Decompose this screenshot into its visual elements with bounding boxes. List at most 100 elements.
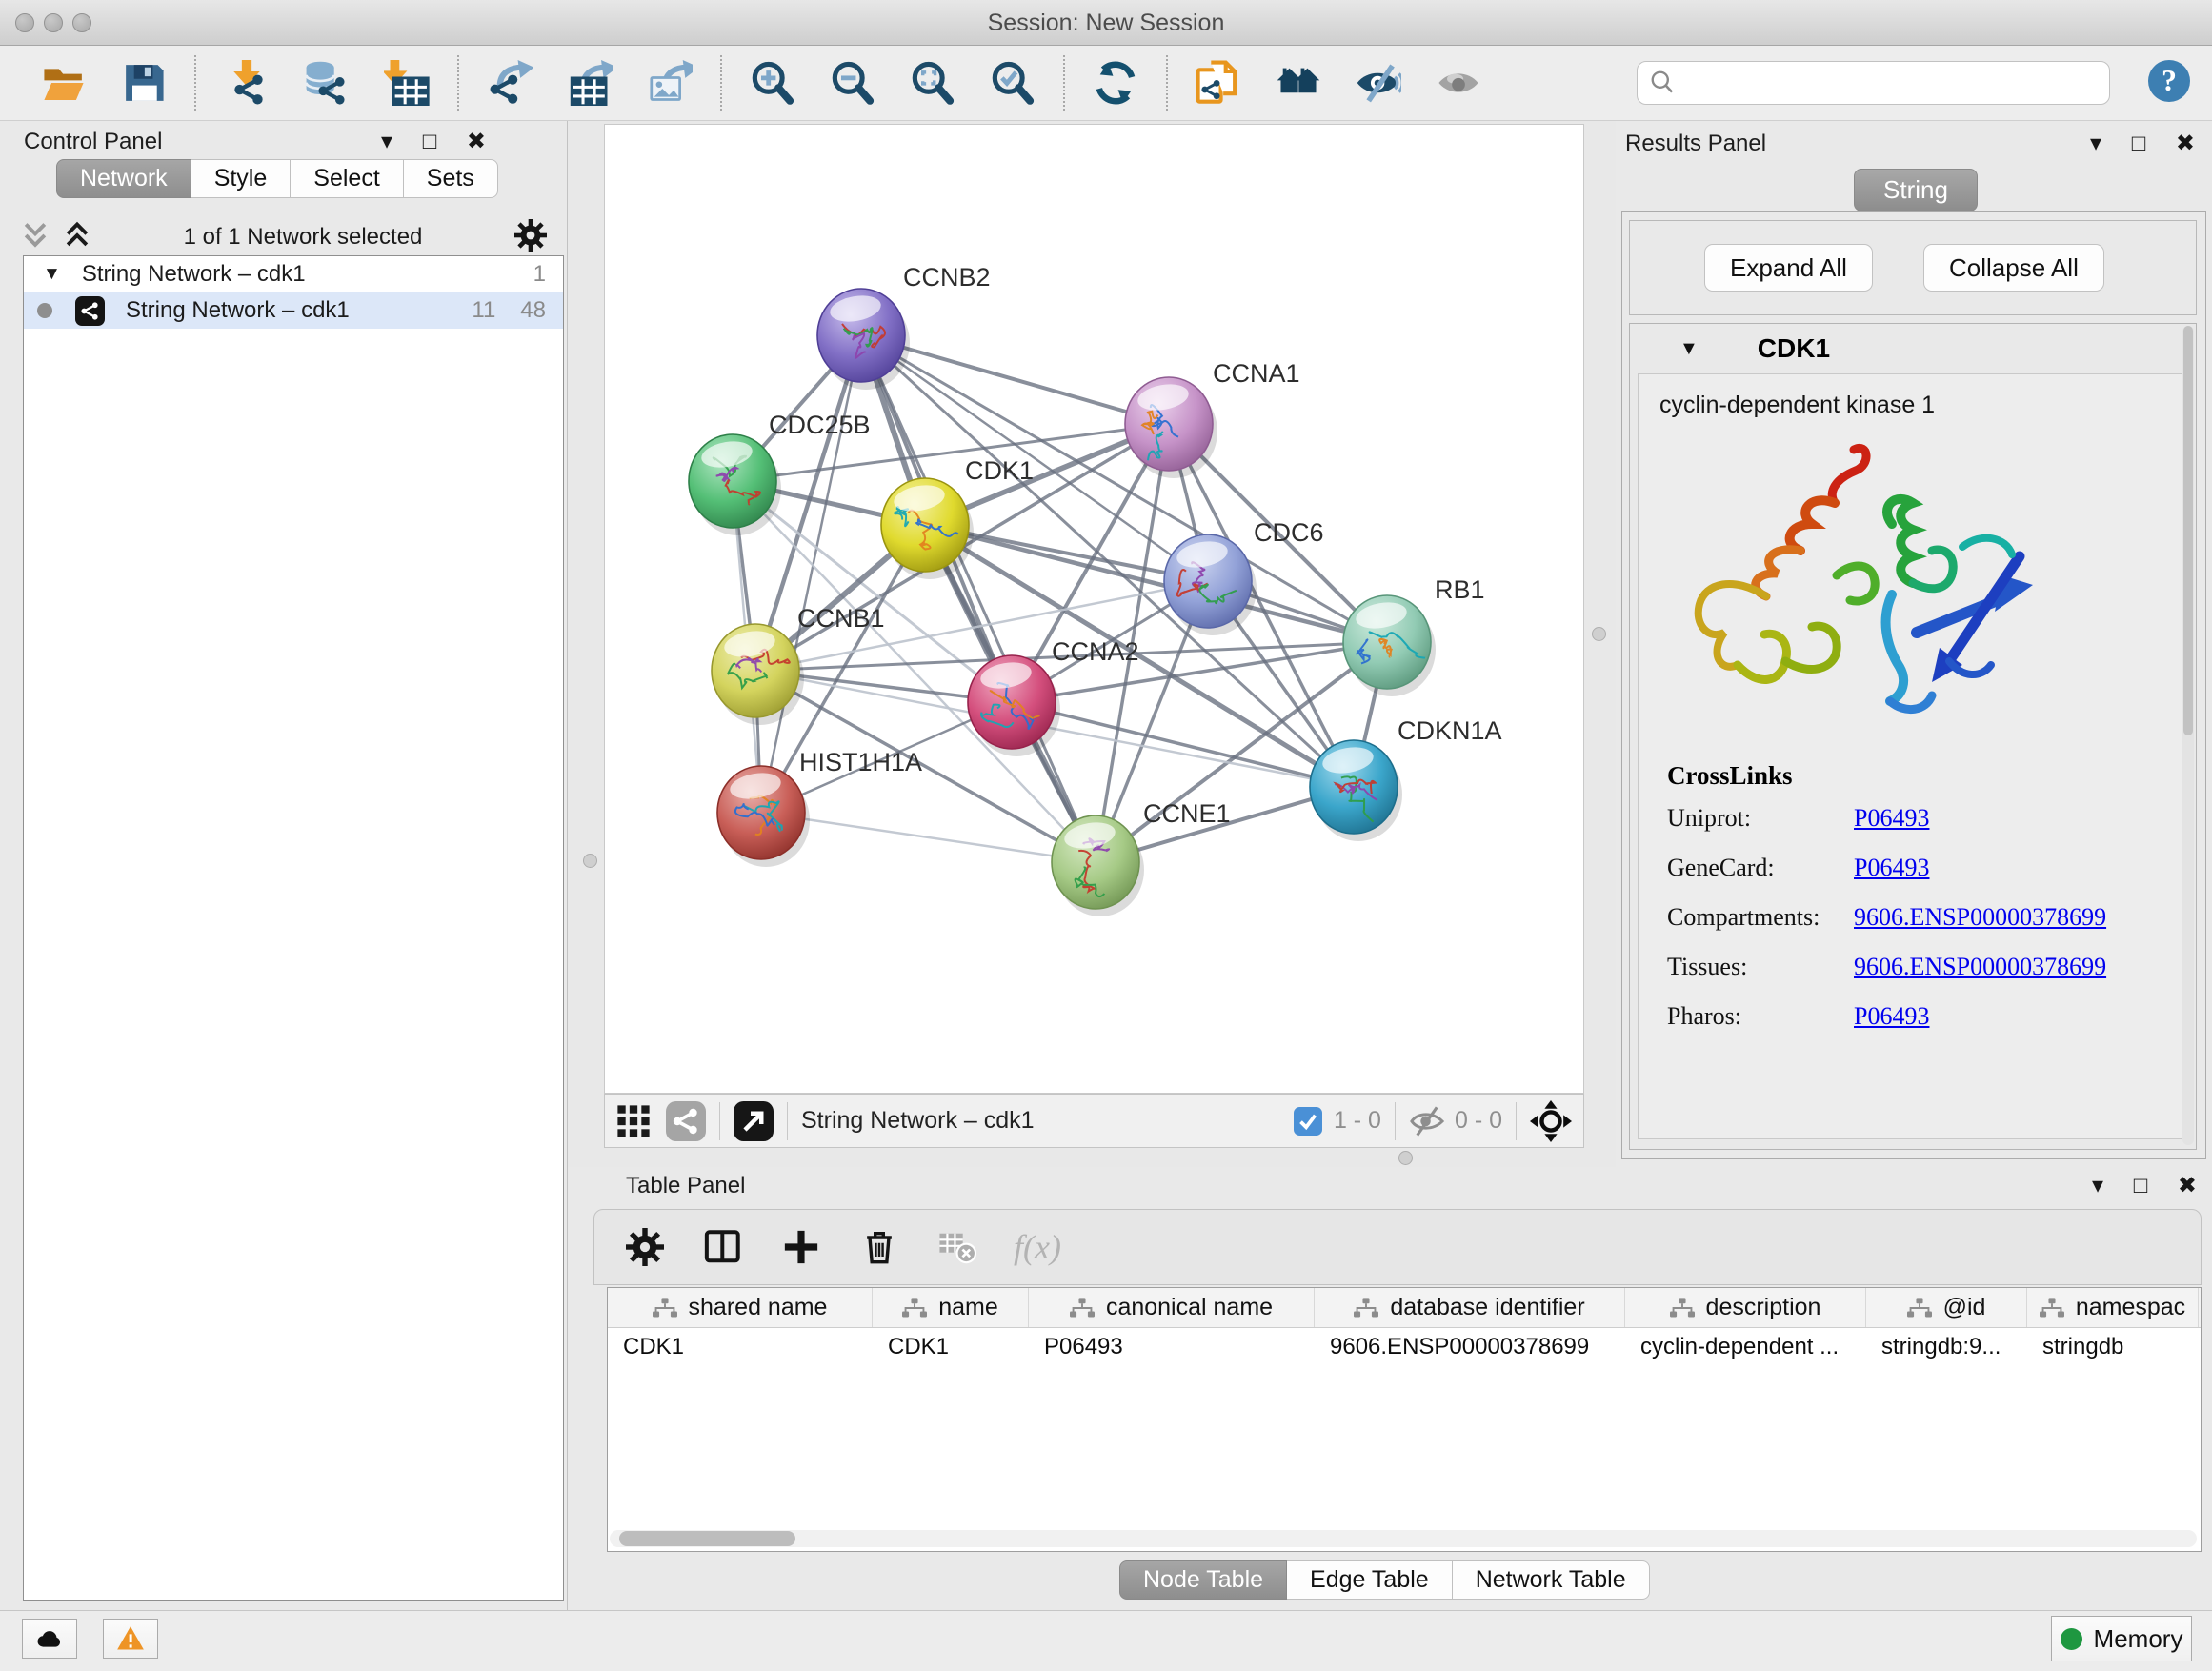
network-node-CCNB1[interactable]: CCNB1 (712, 604, 885, 725)
column-header--id[interactable]: @id (1866, 1288, 2027, 1327)
show-all-button[interactable] (1433, 54, 1484, 111)
protein-details: cyclin-dependent kinase 1 (1638, 373, 2188, 1139)
control-panel-close-icon[interactable]: ✖ (467, 131, 486, 153)
network-node-CCNA1[interactable]: CCNA1 (1125, 359, 1300, 478)
results-panel-close-icon[interactable]: ✖ (2176, 132, 2195, 155)
left-splitter-handle[interactable] (583, 854, 597, 868)
network-row[interactable]: String Network – cdk1 11 48 (24, 292, 563, 329)
warnings-button[interactable] (103, 1619, 158, 1659)
network-node-CCNB2[interactable]: CCNB2 (817, 263, 991, 390)
grid-view-icon[interactable] (616, 1104, 651, 1138)
import-table-from-file-button[interactable] (381, 54, 432, 111)
network-overview-button[interactable] (1273, 54, 1324, 111)
network-node-RB1[interactable]: RB1 (1343, 575, 1485, 696)
control-panel: Control Panel ▾ □ ✖ Network Style Select… (0, 121, 568, 1610)
show-columns-icon[interactable] (701, 1225, 745, 1269)
column-header-namespac[interactable]: namespac (2027, 1288, 2199, 1327)
zoom-fit-button[interactable] (907, 54, 958, 111)
function-builder-icon[interactable]: f(x) (1014, 1227, 1061, 1267)
crosslink-link[interactable]: P06493 (1854, 1002, 1929, 1031)
expand-all-networks-icon[interactable] (63, 218, 91, 257)
crosslink-link[interactable]: P06493 (1854, 804, 1929, 833)
network-edge[interactable] (761, 335, 861, 813)
collapse-all-networks-icon[interactable] (21, 218, 50, 257)
tab-network[interactable]: Network (56, 159, 191, 198)
protein-expander-icon[interactable]: ▼ (1679, 338, 1699, 360)
network-node-CDKN1A[interactable]: CDKN1A (1310, 716, 1502, 841)
network-canvas[interactable]: CCNB2 CCNA1 CDC25B CDK1 (604, 124, 1584, 1094)
column-header-canonical-name[interactable]: canonical name (1029, 1288, 1315, 1327)
cloud-button[interactable] (22, 1619, 77, 1659)
zoom-in-button[interactable] (747, 54, 798, 111)
results-scrollbar[interactable] (2182, 326, 2194, 1145)
column-header-name[interactable]: name (873, 1288, 1029, 1327)
table-options-gear-icon[interactable] (623, 1225, 667, 1269)
memory-button[interactable]: Memory (2051, 1616, 2192, 1661)
control-panel-float-icon[interactable]: □ (423, 131, 437, 153)
table-horizontal-scrollbar[interactable] (610, 1530, 2197, 1547)
column-header-database-identifier[interactable]: database identifier (1315, 1288, 1625, 1327)
column-header-shared-name[interactable]: shared name (608, 1288, 873, 1327)
table-panel-float-icon[interactable]: □ (2134, 1175, 2148, 1198)
network-node-CCNE1[interactable]: CCNE1 (1052, 799, 1231, 916)
search-input[interactable] (1678, 70, 2109, 96)
collapse-all-button[interactable]: Collapse All (1923, 244, 2104, 292)
results-panel: Results Panel ▾ □ ✖ String Expand All Co… (1616, 121, 2212, 1167)
import-table-icon (384, 60, 430, 106)
table-cell: stringdb (2027, 1334, 2199, 1360)
crosslink-link[interactable]: 9606.ENSP00000378699 (1854, 903, 2106, 932)
delete-table-icon[interactable] (935, 1225, 979, 1269)
export-image-button[interactable] (644, 54, 695, 111)
network-edge[interactable] (861, 335, 1096, 862)
duplicate-network-button[interactable] (1193, 54, 1244, 111)
network-node-count: 11 (472, 297, 495, 324)
expand-all-button[interactable]: Expand All (1704, 244, 1873, 292)
add-column-icon[interactable] (779, 1225, 823, 1269)
collection-row[interactable]: ▼ String Network – cdk1 1 (24, 256, 563, 292)
right-splitter-handle[interactable] (1592, 627, 1606, 641)
tab-style[interactable]: Style (191, 159, 292, 198)
open-folder-icon (41, 60, 87, 106)
crosslink-link[interactable]: P06493 (1854, 854, 1929, 882)
tab-node-table[interactable]: Node Table (1119, 1560, 1287, 1600)
delete-column-icon[interactable] (857, 1225, 901, 1269)
table-cell: 9606.ENSP00000378699 (1315, 1334, 1625, 1360)
network-options-gear-icon[interactable] (514, 219, 547, 256)
svg-text:?: ? (2162, 63, 2177, 97)
table-panel-close-icon[interactable]: ✖ (2178, 1175, 2197, 1198)
detach-view-icon[interactable] (734, 1101, 774, 1141)
selected-checkbox-icon[interactable] (1294, 1107, 1322, 1136)
results-panel-menu-icon[interactable]: ▾ (2090, 132, 2101, 155)
open-session-button[interactable] (38, 54, 90, 111)
help-button[interactable]: ? (2146, 58, 2192, 104)
zoom-out-button[interactable] (827, 54, 878, 111)
column-header-description[interactable]: description (1625, 1288, 1866, 1327)
tab-string[interactable]: String (1854, 169, 1978, 211)
birds-eye-navigator-icon[interactable] (1530, 1100, 1572, 1142)
zoom-selected-button[interactable] (987, 54, 1038, 111)
import-network-from-file-button[interactable] (221, 54, 272, 111)
save-session-button[interactable] (118, 54, 170, 111)
bottom-splitter-handle[interactable] (1398, 1151, 1413, 1165)
crosslink-link[interactable]: 9606.ENSP00000378699 (1854, 953, 2106, 981)
tab-select[interactable]: Select (290, 159, 403, 198)
search-field[interactable] (1637, 61, 2110, 105)
table-row[interactable]: CDK1CDK1P064939606.ENSP00000378699cyclin… (608, 1328, 2201, 1366)
table-panel-menu-icon[interactable]: ▾ (2092, 1175, 2103, 1198)
share-view-icon[interactable] (666, 1101, 706, 1141)
table-toolbar: f(x) (593, 1209, 2202, 1285)
tab-network-table[interactable]: Network Table (1452, 1560, 1650, 1600)
tab-sets[interactable]: Sets (403, 159, 498, 198)
export-table-button[interactable] (564, 54, 615, 111)
network-edge[interactable] (761, 813, 1096, 862)
collection-expander-icon[interactable]: ▼ (43, 264, 61, 285)
import-network-from-database-button[interactable] (301, 54, 352, 111)
export-network-button[interactable] (484, 54, 535, 111)
control-panel-menu-icon[interactable]: ▾ (381, 131, 392, 153)
network-node-HIST1H1A[interactable]: HIST1H1A (717, 748, 922, 867)
refresh-view-button[interactable] (1090, 54, 1141, 111)
tab-edge-table[interactable]: Edge Table (1286, 1560, 1453, 1600)
results-panel-float-icon[interactable]: □ (2132, 132, 2146, 155)
hide-selected-button[interactable] (1353, 54, 1404, 111)
expand-collapse-box: Expand All Collapse All (1629, 220, 2197, 315)
